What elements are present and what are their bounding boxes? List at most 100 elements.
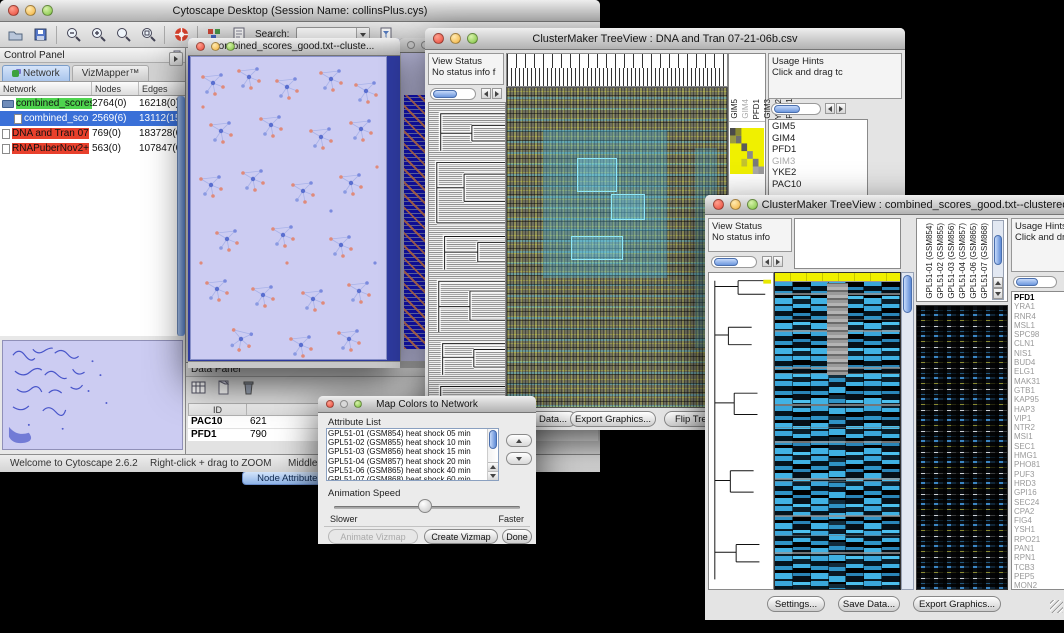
attribute-listbox[interactable]: GPL51-01 (GSM854) heat shock 05 minGPL51… [326,428,499,481]
heatmap-vscrollbar[interactable] [901,272,914,590]
network-row[interactable]: RNAPuberNov2+ 563(0) 107847(0) [0,141,177,156]
treeview-button[interactable]: Export Graphics... [913,596,1001,612]
labels-vscrollbar[interactable] [992,220,1004,300]
slider-right-button[interactable] [773,256,783,267]
slider-left-button[interactable] [481,88,491,99]
gene-name[interactable]: PEP5 [1014,572,1064,581]
gene-name[interactable]: RPO21 [1014,535,1064,544]
treeview-button[interactable]: Export Graphics... [570,411,656,427]
minimize-button[interactable] [730,199,741,210]
network-canvas[interactable] [190,56,387,360]
gene-name[interactable]: GIM4 [772,133,864,145]
gene-name[interactable]: SEC24 [1014,498,1064,507]
scroll-down-button[interactable] [993,288,1003,299]
move-up-button[interactable] [506,434,532,447]
network-row[interactable]: DNA and Tran 07 769(0) 183728(0) [0,126,177,141]
tab[interactable]: Network [2,65,70,81]
move-down-button[interactable] [506,452,532,465]
gene-name[interactable]: CLN1 [1014,339,1064,348]
gene-name[interactable]: PFD1 [1014,293,1064,302]
attribute-option[interactable]: GPL51-02 (GSM855) heat shock 10 min [328,438,486,447]
close-button[interactable] [196,42,205,51]
save-icon[interactable] [31,26,49,44]
scrollbar-thumb[interactable] [994,235,1002,265]
gene-name[interactable]: RNR4 [1014,312,1064,321]
heatmap-dna[interactable] [506,87,728,408]
zoom-slider[interactable] [1013,276,1057,288]
gene-name[interactable]: MSL1 [1014,321,1064,330]
heatmap-combined[interactable] [774,272,901,590]
network-overview-pane[interactable] [2,340,183,450]
select-attributes-icon[interactable] [190,379,207,396]
gene-name[interactable]: HAP3 [1014,405,1064,414]
gene-name[interactable]: PAC10 [772,179,864,191]
gene-name[interactable]: PFD1 [772,144,864,156]
zoom-heatmap[interactable] [916,305,1008,590]
dialog-button[interactable]: Create Vizmap [424,529,498,544]
zoom-window-button[interactable] [42,5,53,16]
gene-name[interactable]: SPC98 [1014,330,1064,339]
attribute-option[interactable]: GPL51-06 (GSM865) heat shock 40 min [328,466,486,475]
minimize-button[interactable] [340,400,348,408]
treeview-dna-titlebar[interactable]: ClusterMaker TreeView : DNA and Tran 07-… [425,28,905,50]
gene-name[interactable]: MSI1 [1014,432,1064,441]
tab-overflow-button[interactable] [169,52,183,66]
gene-name[interactable]: PHO81 [1014,460,1064,469]
zoom-slider[interactable] [711,256,757,268]
close-button[interactable] [407,41,415,49]
minimize-button[interactable] [450,33,461,44]
gene-name[interactable]: BUD4 [1014,358,1064,367]
slider-thumb[interactable] [418,499,432,513]
gene-name[interactable]: FIG4 [1014,516,1064,525]
zoom-window-button[interactable] [226,42,235,51]
gene-name[interactable]: HMG1 [1014,451,1064,460]
zoom-window-button[interactable] [354,400,362,408]
attribute-option[interactable]: GPL51-07 (GSM868) heat shock 60 min [328,475,486,481]
dialog-button[interactable]: Animate Vizmap [328,529,418,544]
gene-name[interactable]: TCB3 [1014,563,1064,572]
network-row[interactable]: combined_sco 2569(6) 13112(15) [0,111,177,126]
gene-name[interactable]: GIM3 [772,156,864,168]
slider-thumb[interactable] [1016,278,1038,286]
zoom-slider[interactable] [430,88,476,100]
zoom-fit-icon[interactable] [114,26,132,44]
gene-name[interactable]: PUF3 [1014,470,1064,479]
slider-thumb[interactable] [774,105,800,113]
zoom-slider[interactable] [771,103,821,115]
row-dendrogram[interactable] [428,102,506,408]
scrollbar-thumb[interactable] [489,430,497,449]
gene-name[interactable]: GIM5 [772,121,864,133]
zoom-out-icon[interactable] [64,26,82,44]
treeview-combined-titlebar[interactable]: ClusterMaker TreeView : combined_scores_… [705,195,1064,215]
close-button[interactable] [8,5,19,16]
gene-list[interactable]: PFD1YRA1RNR4MSL1SPC98CLN1NIS1BUD4ELG1MAK… [1011,291,1064,590]
gene-name[interactable]: MON2 [1014,581,1064,590]
gene-name[interactable]: GPI16 [1014,488,1064,497]
gene-name[interactable]: MAK31 [1014,377,1064,386]
gene-name[interactable]: YKE2 [772,167,864,179]
scroll-up-button[interactable] [993,277,1003,288]
attribute-option[interactable]: GPL51-01 (GSM854) heat shock 05 min [328,429,486,438]
tab[interactable]: VizMapper™ [72,65,150,81]
slider-right-button[interactable] [836,103,846,114]
close-button[interactable] [433,33,444,44]
network-row[interactable]: combined_scores 2764(0) 16218(0) [0,96,177,111]
zoom-in-icon[interactable] [89,26,107,44]
gene-name[interactable]: NTR2 [1014,423,1064,432]
slider-left-button[interactable] [762,256,772,267]
gene-name[interactable]: NIS1 [1014,349,1064,358]
network-view-titlebar[interactable]: combined_scores_good.txt--cluste... [188,38,400,56]
minimize-button[interactable] [211,42,220,51]
control-panel-scrollbar[interactable] [177,96,185,336]
dialog-button[interactable]: Done [502,529,532,544]
close-button[interactable] [713,199,724,210]
resize-grip[interactable] [1050,600,1063,613]
scrollbar-thumb[interactable] [903,275,912,313]
zoom-selected-icon[interactable] [139,26,157,44]
gene-name[interactable]: RPN1 [1014,553,1064,562]
treeview-button[interactable]: Save Data... [838,596,900,612]
minimize-button[interactable] [25,5,36,16]
gene-name[interactable]: YRA1 [1014,302,1064,311]
attribute-option[interactable]: GPL51-03 (GSM856) heat shock 15 min [328,447,486,456]
zoom-window-button[interactable] [747,199,758,210]
